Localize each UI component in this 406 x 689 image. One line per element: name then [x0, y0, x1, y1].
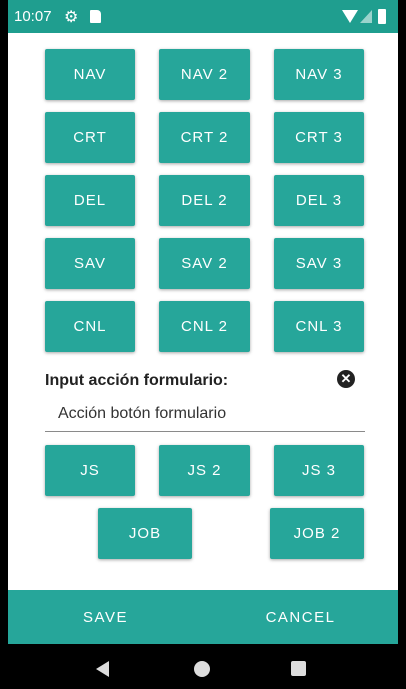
nav-button[interactable]: NAV — [45, 49, 135, 100]
nav-2-button[interactable]: NAV 2 — [159, 49, 250, 100]
bottom-action-bar: SAVE CANCEL — [8, 590, 398, 644]
del-button[interactable]: DEL — [45, 175, 135, 226]
back-icon[interactable] — [96, 661, 109, 677]
save-button[interactable]: SAVE — [28, 590, 183, 644]
recent-apps-icon[interactable] — [291, 661, 306, 676]
status-bar: 10:07 ⚙ — [8, 0, 398, 33]
cnl-button[interactable]: CNL — [45, 301, 135, 352]
system-nav-bar — [8, 644, 398, 689]
crt-button[interactable]: CRT — [45, 112, 135, 163]
js-button[interactable]: JS — [45, 445, 135, 496]
form-input-label: Input acción formulario: — [45, 372, 229, 389]
sav-2-button[interactable]: SAV 2 — [159, 238, 250, 289]
home-icon[interactable] — [194, 661, 210, 677]
signal-icon — [360, 10, 372, 23]
js-2-button[interactable]: JS 2 — [159, 445, 250, 496]
form-action-input[interactable] — [45, 396, 365, 432]
del-3-button[interactable]: DEL 3 — [274, 175, 364, 226]
sd-card-icon — [90, 10, 101, 23]
sav-3-button[interactable]: SAV 3 — [274, 238, 364, 289]
js-3-button[interactable]: JS 3 — [274, 445, 364, 496]
clear-icon[interactable]: ✕ — [337, 370, 355, 388]
status-time: 10:07 — [14, 8, 52, 25]
wifi-icon — [342, 10, 358, 23]
cancel-button[interactable]: CANCEL — [223, 590, 378, 644]
cnl-2-button[interactable]: CNL 2 — [159, 301, 250, 352]
job-2-button[interactable]: JOB 2 — [270, 508, 364, 559]
cnl-3-button[interactable]: CNL 3 — [274, 301, 364, 352]
del-2-button[interactable]: DEL 2 — [159, 175, 250, 226]
nav-3-button[interactable]: NAV 3 — [274, 49, 364, 100]
battery-icon — [378, 9, 386, 24]
gear-icon: ⚙ — [64, 9, 79, 26]
app-screen: 10:07 ⚙ NAV NAV 2 NAV 3 CRT CRT 2 CRT 3 … — [8, 0, 398, 689]
crt-2-button[interactable]: CRT 2 — [159, 112, 250, 163]
crt-3-button[interactable]: CRT 3 — [274, 112, 364, 163]
job-button[interactable]: JOB — [98, 508, 192, 559]
sav-button[interactable]: SAV — [45, 238, 135, 289]
